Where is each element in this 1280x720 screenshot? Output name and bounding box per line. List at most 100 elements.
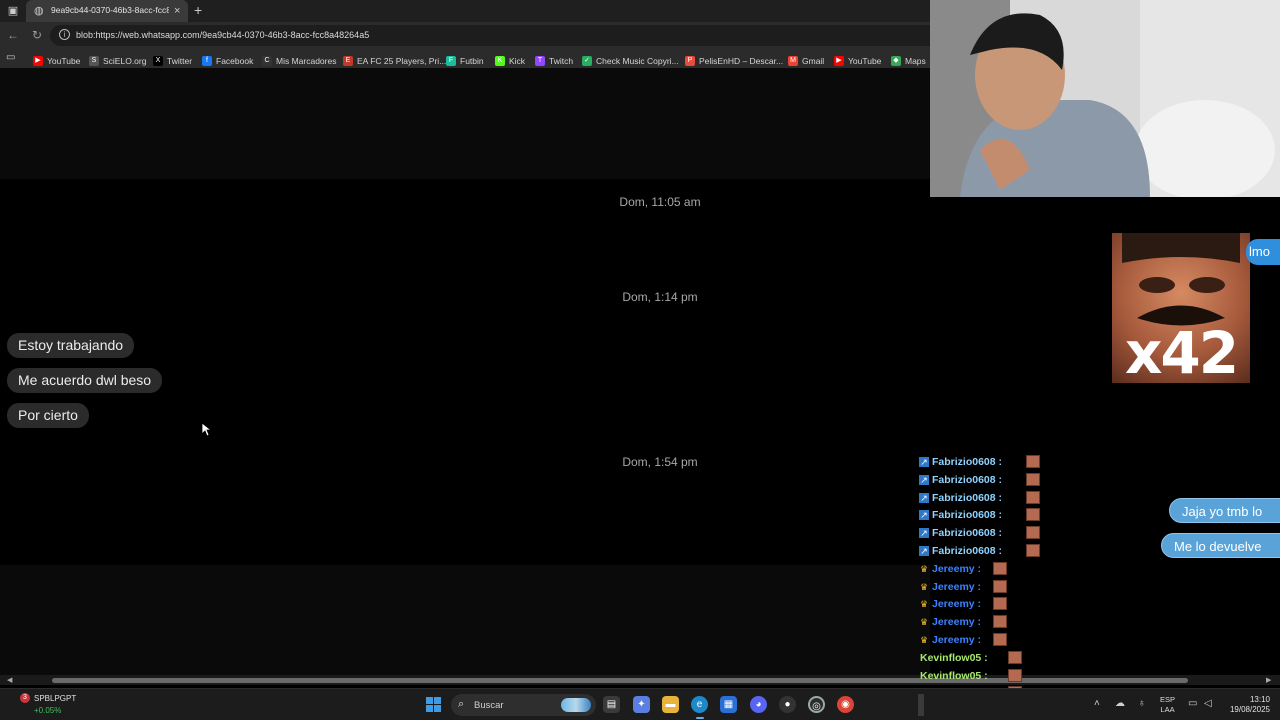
bookmark-label: Gmail xyxy=(802,55,825,66)
scroll-right-icon[interactable]: ▶ xyxy=(1266,676,1271,684)
discord-icon[interactable]: ◕ xyxy=(750,696,767,713)
chat-username[interactable]: Kevinflow05 : xyxy=(920,670,988,682)
bookmark-label: YouTube xyxy=(47,55,81,66)
bookmark-item[interactable]: E EA FC 25 Players, Pri... xyxy=(343,52,446,66)
bookmark-favicon-icon: M xyxy=(788,55,798,66)
keyboard-layout: LAA xyxy=(1160,705,1175,714)
clock-date: 19/08/2025 xyxy=(1229,705,1270,714)
bookmark-favicon-icon: ✓ xyxy=(582,55,592,66)
active-indicator xyxy=(696,717,704,719)
bookmark-favicon-icon: ▶ xyxy=(33,55,43,66)
bookmark-favicon-icon: f xyxy=(202,55,212,66)
message-bubble[interactable]: Estoy trabajando xyxy=(7,333,135,358)
date-separator: Dom, 11:05 am xyxy=(619,195,701,209)
tab-actions-icon[interactable]: ▣ xyxy=(6,4,20,18)
chat-emote-icon xyxy=(993,579,1008,593)
bookmark-item[interactable]: X Twitter xyxy=(153,52,192,66)
back-icon[interactable]: ← xyxy=(6,28,20,42)
bookmark-item[interactable]: ▶ YouTube xyxy=(834,52,881,66)
app-icon[interactable]: ● xyxy=(779,696,796,713)
bookmark-item[interactable]: ◆ Maps xyxy=(891,52,926,66)
chat-username[interactable]: Fabrizio0608 : xyxy=(932,509,1002,521)
file-explorer-icon[interactable]: ▬ xyxy=(662,696,679,713)
message-bubble[interactable]: Por cierto xyxy=(7,403,89,428)
tab-whatsapp-blob[interactable]: ◍ 9ea9cb44-0370-46b3-8acc-fcc8a × xyxy=(26,0,188,22)
chat-username[interactable]: Fabrizio0608 : xyxy=(932,545,1002,557)
chat-username[interactable]: Jereemy : xyxy=(932,616,981,628)
chat-username[interactable]: Fabrizio0608 : xyxy=(932,492,1002,504)
stock-widget-change: +0.05% xyxy=(34,706,62,715)
chat-username[interactable]: Fabrizio0608 : xyxy=(932,456,1002,468)
whatsapp-media-view: Dom, 11:05 am Dom, 1:14 pm Dom, 1:54 pm … xyxy=(0,68,930,675)
search-icon: ⌕ xyxy=(458,698,465,710)
taskbar-search[interactable]: ⌕ Buscar xyxy=(451,694,596,716)
bookmark-label: EA FC 25 Players, Pri... xyxy=(357,55,447,66)
cloud-icon[interactable]: ☁ xyxy=(1115,698,1125,709)
task-view-icon[interactable]: ▤ xyxy=(603,696,620,713)
clock[interactable]: 13:10 19/08/2025 xyxy=(1222,695,1270,715)
chat-username[interactable]: Fabrizio0608 : xyxy=(932,527,1002,539)
chrome-icon[interactable]: ◉ xyxy=(837,696,854,713)
sub-badge-icon: ↗ xyxy=(919,546,929,556)
sidebar-icon[interactable]: ▭ xyxy=(6,52,15,63)
chat-username[interactable]: Jereemy : xyxy=(932,634,981,646)
chat-username[interactable]: Fabrizio0608 : xyxy=(932,474,1002,486)
bookmark-label: Twitter xyxy=(167,55,193,66)
bottom-band xyxy=(0,565,930,675)
bookmark-item[interactable]: C Mis Marcadores xyxy=(262,52,336,66)
bookmark-item[interactable]: K Kick xyxy=(495,52,525,66)
edge-browser-icon[interactable]: e xyxy=(691,696,708,713)
message-bubble[interactable]: Me acuerdo dwl beso xyxy=(7,368,163,393)
tab-title: 9ea9cb44-0370-46b3-8acc-fcc8a xyxy=(51,5,169,15)
bookmark-label: PelisEnHD – Descar... xyxy=(699,55,784,66)
chat-emote-icon xyxy=(1007,668,1022,682)
chat-username[interactable]: Kevinflow05 : xyxy=(920,652,988,664)
network-icon[interactable]: ▭ xyxy=(1188,698,1197,709)
bookmark-item[interactable]: M Gmail xyxy=(788,52,824,66)
close-icon[interactable]: × xyxy=(174,4,180,18)
overlay-bubble: Jaja yo tmb lo xyxy=(1169,498,1280,523)
volume-icon[interactable]: ◁ xyxy=(1204,698,1212,709)
reload-icon[interactable]: ↻ xyxy=(30,28,44,42)
sub-badge-icon: ↗ xyxy=(919,492,929,503)
bookmark-favicon-icon: E xyxy=(343,55,353,66)
bookmark-item[interactable]: S SciELO.org xyxy=(89,52,146,66)
bookmark-item[interactable]: ✓ Check Music Copyri... xyxy=(582,52,679,66)
bookmark-favicon-icon: T xyxy=(535,55,545,66)
bookmark-item[interactable]: P PelisEnHD – Descar... xyxy=(685,52,783,66)
overlay-scrollbar xyxy=(918,694,924,716)
stock-widget-name[interactable]: SPBLPGPT xyxy=(34,694,76,703)
site-info-icon[interactable]: i xyxy=(59,29,70,40)
chat-username[interactable]: Jereemy : xyxy=(932,598,981,610)
language-indicator[interactable]: ESP LAA xyxy=(1160,695,1175,715)
bookmark-favicon-icon: X xyxy=(153,55,163,66)
crown-badge-icon: ♛ xyxy=(919,563,929,574)
obs-icon[interactable]: ◎ xyxy=(808,696,825,713)
scroll-left-icon[interactable]: ◀ xyxy=(7,676,12,684)
copilot-icon[interactable]: ✦ xyxy=(633,696,650,713)
language-code: ESP xyxy=(1160,695,1176,704)
new-tab-button[interactable]: + xyxy=(194,2,202,18)
bookmark-label: Maps xyxy=(905,55,926,66)
bookmark-label: Kick xyxy=(509,55,526,66)
bookmark-item[interactable]: f Facebook xyxy=(202,52,253,66)
store-icon[interactable]: ▦ xyxy=(720,696,737,713)
emote-multiplier: x42 xyxy=(1124,319,1239,383)
date-separator: Dom, 1:54 pm xyxy=(622,455,698,469)
crown-badge-icon: ♛ xyxy=(919,599,929,610)
bookmark-item[interactable]: T Twitch xyxy=(535,52,573,66)
chat-emote-icon xyxy=(1026,472,1041,486)
emote-combo: x42 xyxy=(1112,233,1250,383)
chevron-up-icon[interactable]: ˄ xyxy=(1094,698,1100,709)
bookmark-favicon-icon: C xyxy=(262,55,272,66)
bookmark-item[interactable]: ▶ YouTube xyxy=(33,52,80,66)
bookmark-favicon-icon: F xyxy=(446,55,456,66)
overlay-bubble: Me lo devuelve xyxy=(1161,533,1280,558)
horizontal-scrollbar[interactable]: ◀ ▶ xyxy=(0,675,1280,685)
chat-username[interactable]: Jereemy : xyxy=(932,581,981,593)
chat-emote-icon xyxy=(993,597,1008,611)
microphone-icon[interactable]: ♁ xyxy=(1138,698,1146,709)
chat-username[interactable]: Jereemy : xyxy=(932,563,981,575)
bookmark-item[interactable]: F Futbin xyxy=(446,52,484,66)
windows-start-icon[interactable] xyxy=(426,697,441,712)
